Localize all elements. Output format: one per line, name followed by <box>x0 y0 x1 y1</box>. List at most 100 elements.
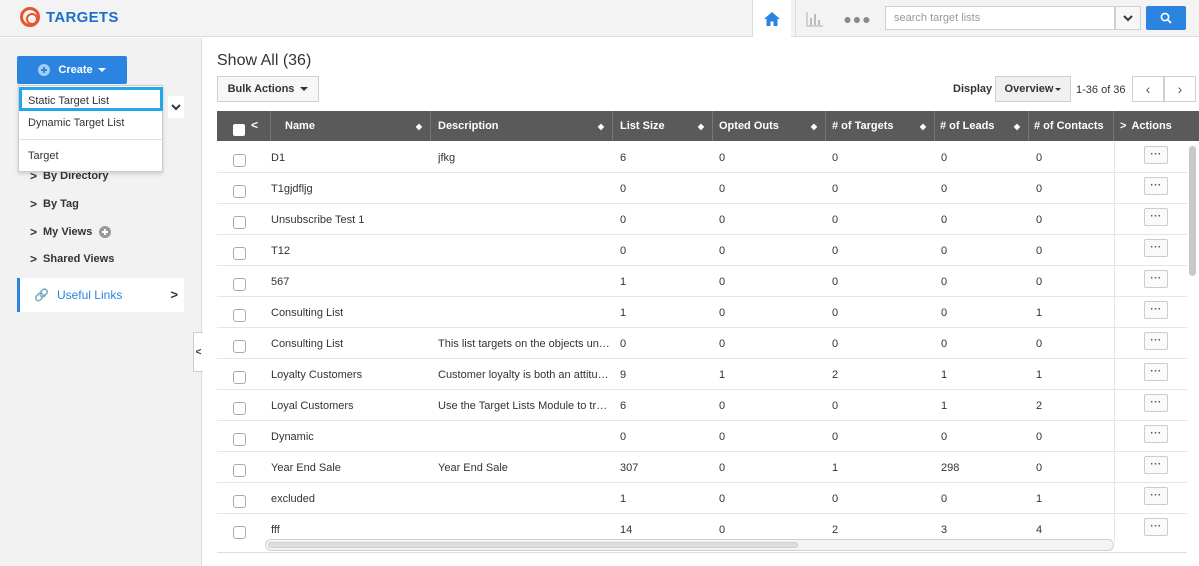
table-row[interactable]: Unsubscribe Test 1 0 0 0 0 0 ··· <box>217 204 1187 235</box>
row-checkbox[interactable] <box>233 402 246 415</box>
row-checkbox[interactable] <box>233 247 246 260</box>
row-actions-button[interactable]: ··· <box>1144 239 1168 257</box>
cell-name[interactable]: fff <box>271 524 280 536</box>
table-row[interactable]: Year End Sale Year End Sale 307 0 1 298 0 ··· <box>217 452 1187 483</box>
chevron-left-icon[interactable]: < <box>251 118 258 132</box>
display-select[interactable]: Overview <box>995 76 1071 102</box>
cell-leads: 1 <box>941 369 948 381</box>
bulk-actions-button[interactable]: Bulk Actions <box>217 76 319 102</box>
row-checkbox[interactable] <box>233 278 246 291</box>
sidebar-expand-toggle[interactable] <box>168 96 184 118</box>
table-row[interactable]: Loyal Customers Use the Target Lists Modu… <box>217 390 1187 421</box>
cell-name[interactable]: Dynamic <box>271 431 314 443</box>
cell-name[interactable]: D1 <box>271 152 285 164</box>
menu-item-target[interactable]: Target <box>28 150 59 162</box>
actions-cell: ··· <box>1114 421 1187 452</box>
cell-name[interactable]: excluded <box>271 493 315 505</box>
row-checkbox[interactable] <box>233 464 246 477</box>
cell-name[interactable]: T1gjdfljg <box>271 183 313 195</box>
chevron-right-icon[interactable]: > <box>1120 120 1126 132</box>
cell-targets: 1 <box>832 462 839 474</box>
table-row[interactable]: Loyalty Customers Customer loyalty is bot… <box>217 359 1187 390</box>
menu-item-static-target-list[interactable]: Static Target List <box>28 95 109 107</box>
table-row[interactable]: 567 1 0 0 0 0 ··· <box>217 266 1187 297</box>
row-actions-button[interactable]: ··· <box>1144 363 1168 381</box>
column-header-contacts[interactable]: # of Contacts <box>1029 111 1114 141</box>
scrollbar-thumb[interactable] <box>1189 146 1196 276</box>
app-brand[interactable]: TARGETS <box>20 7 119 27</box>
home-button[interactable] <box>752 0 791 37</box>
previous-page-button[interactable]: ‹ <box>1132 76 1164 102</box>
row-checkbox[interactable] <box>233 216 246 229</box>
select-all-checkbox[interactable] <box>233 124 245 136</box>
row-checkbox[interactable] <box>233 154 246 167</box>
table-row[interactable]: D1 jfkg 6 0 0 0 0 ··· <box>217 142 1187 173</box>
row-actions-button[interactable]: ··· <box>1144 425 1168 443</box>
next-page-button[interactable]: › <box>1164 76 1196 102</box>
sidebar-item-shared-views[interactable]: > Shared Views <box>30 252 114 266</box>
row-checkbox[interactable] <box>233 309 246 322</box>
cell-contacts: 0 <box>1036 214 1043 226</box>
row-actions-button[interactable]: ··· <box>1144 332 1168 350</box>
cell-name[interactable]: Consulting List <box>271 338 343 350</box>
search-input[interactable]: search target lists <box>885 6 1115 30</box>
row-actions-button[interactable]: ··· <box>1144 270 1168 288</box>
more-button[interactable]: ●●● <box>838 0 877 37</box>
search-button[interactable] <box>1146 6 1186 30</box>
row-checkbox[interactable] <box>233 433 246 446</box>
table-row[interactable]: T1gjdfljg 0 0 0 0 0 ··· <box>217 173 1187 204</box>
cell-name[interactable]: Loyal Customers <box>271 400 354 412</box>
row-checkbox[interactable] <box>233 340 246 353</box>
column-header-name[interactable]: Name ◆ <box>271 111 431 141</box>
cell-list-size: 0 <box>620 431 627 443</box>
divider <box>217 552 1187 553</box>
column-header-list-size[interactable]: List Size ◆ <box>613 111 713 141</box>
cell-name[interactable]: Year End Sale <box>271 462 341 474</box>
sidebar-item-my-views[interactable]: > My Views <box>30 225 112 239</box>
sidebar-item-by-tag[interactable]: > By Tag <box>30 197 79 211</box>
row-checkbox[interactable] <box>233 495 246 508</box>
row-actions-button[interactable]: ··· <box>1144 487 1168 505</box>
chevron-right-icon: > <box>30 252 38 266</box>
reports-button[interactable] <box>795 0 834 37</box>
cell-leads: 0 <box>941 152 948 164</box>
useful-links-panel[interactable]: 🔗 Useful Links > <box>17 278 184 312</box>
search-dropdown-button[interactable] <box>1115 6 1141 30</box>
table-row[interactable]: Dynamic 0 0 0 0 0 ··· <box>217 421 1187 452</box>
cell-list-size: 0 <box>620 338 627 350</box>
row-actions-button[interactable]: ··· <box>1144 208 1168 226</box>
vertical-scrollbar[interactable] <box>1186 142 1199 542</box>
sidebar-collapse-button[interactable]: < <box>193 332 203 372</box>
row-actions-button[interactable]: ··· <box>1144 518 1168 536</box>
create-button[interactable]: Create <box>17 56 127 84</box>
table-row[interactable]: T12 0 0 0 0 0 ··· <box>217 235 1187 266</box>
cell-name[interactable]: 567 <box>271 276 289 288</box>
cell-name[interactable]: Unsubscribe Test 1 <box>271 214 364 226</box>
row-actions-button[interactable]: ··· <box>1144 177 1168 195</box>
column-header-targets[interactable]: # of Targets ◆ <box>826 111 935 141</box>
row-checkbox[interactable] <box>233 371 246 384</box>
cell-name[interactable]: Consulting List <box>271 307 343 319</box>
chevron-left-icon: < <box>195 346 202 358</box>
table-row[interactable]: Consulting List 1 0 0 0 1 ··· <box>217 297 1187 328</box>
row-actions-button[interactable]: ··· <box>1144 456 1168 474</box>
cell-name[interactable]: T12 <box>271 245 290 257</box>
table-row[interactable]: fff 14 0 2 3 4 ··· <box>217 514 1187 542</box>
column-header-leads[interactable]: # of Leads ◆ <box>935 111 1029 141</box>
row-actions-button[interactable]: ··· <box>1144 301 1168 319</box>
row-checkbox[interactable] <box>233 526 246 539</box>
horizontal-scrollbar[interactable] <box>265 539 1114 551</box>
cell-name[interactable]: Loyalty Customers <box>271 369 362 381</box>
cell-opted-outs: 0 <box>719 307 726 319</box>
table-row[interactable]: excluded 1 0 0 0 1 ··· <box>217 483 1187 514</box>
row-checkbox[interactable] <box>233 185 246 198</box>
cell-targets: 0 <box>832 338 839 350</box>
table-row[interactable]: Consulting List This list targets on the … <box>217 328 1187 359</box>
menu-item-dynamic-target-list[interactable]: Dynamic Target List <box>28 117 124 129</box>
row-actions-button[interactable]: ··· <box>1144 146 1168 164</box>
row-actions-button[interactable]: ··· <box>1144 394 1168 412</box>
column-header-opted-outs[interactable]: Opted Outs ◆ <box>713 111 826 141</box>
column-header-description[interactable]: Description ◆ <box>431 111 613 141</box>
add-view-icon[interactable] <box>99 226 112 238</box>
scrollbar-thumb[interactable] <box>268 542 798 548</box>
